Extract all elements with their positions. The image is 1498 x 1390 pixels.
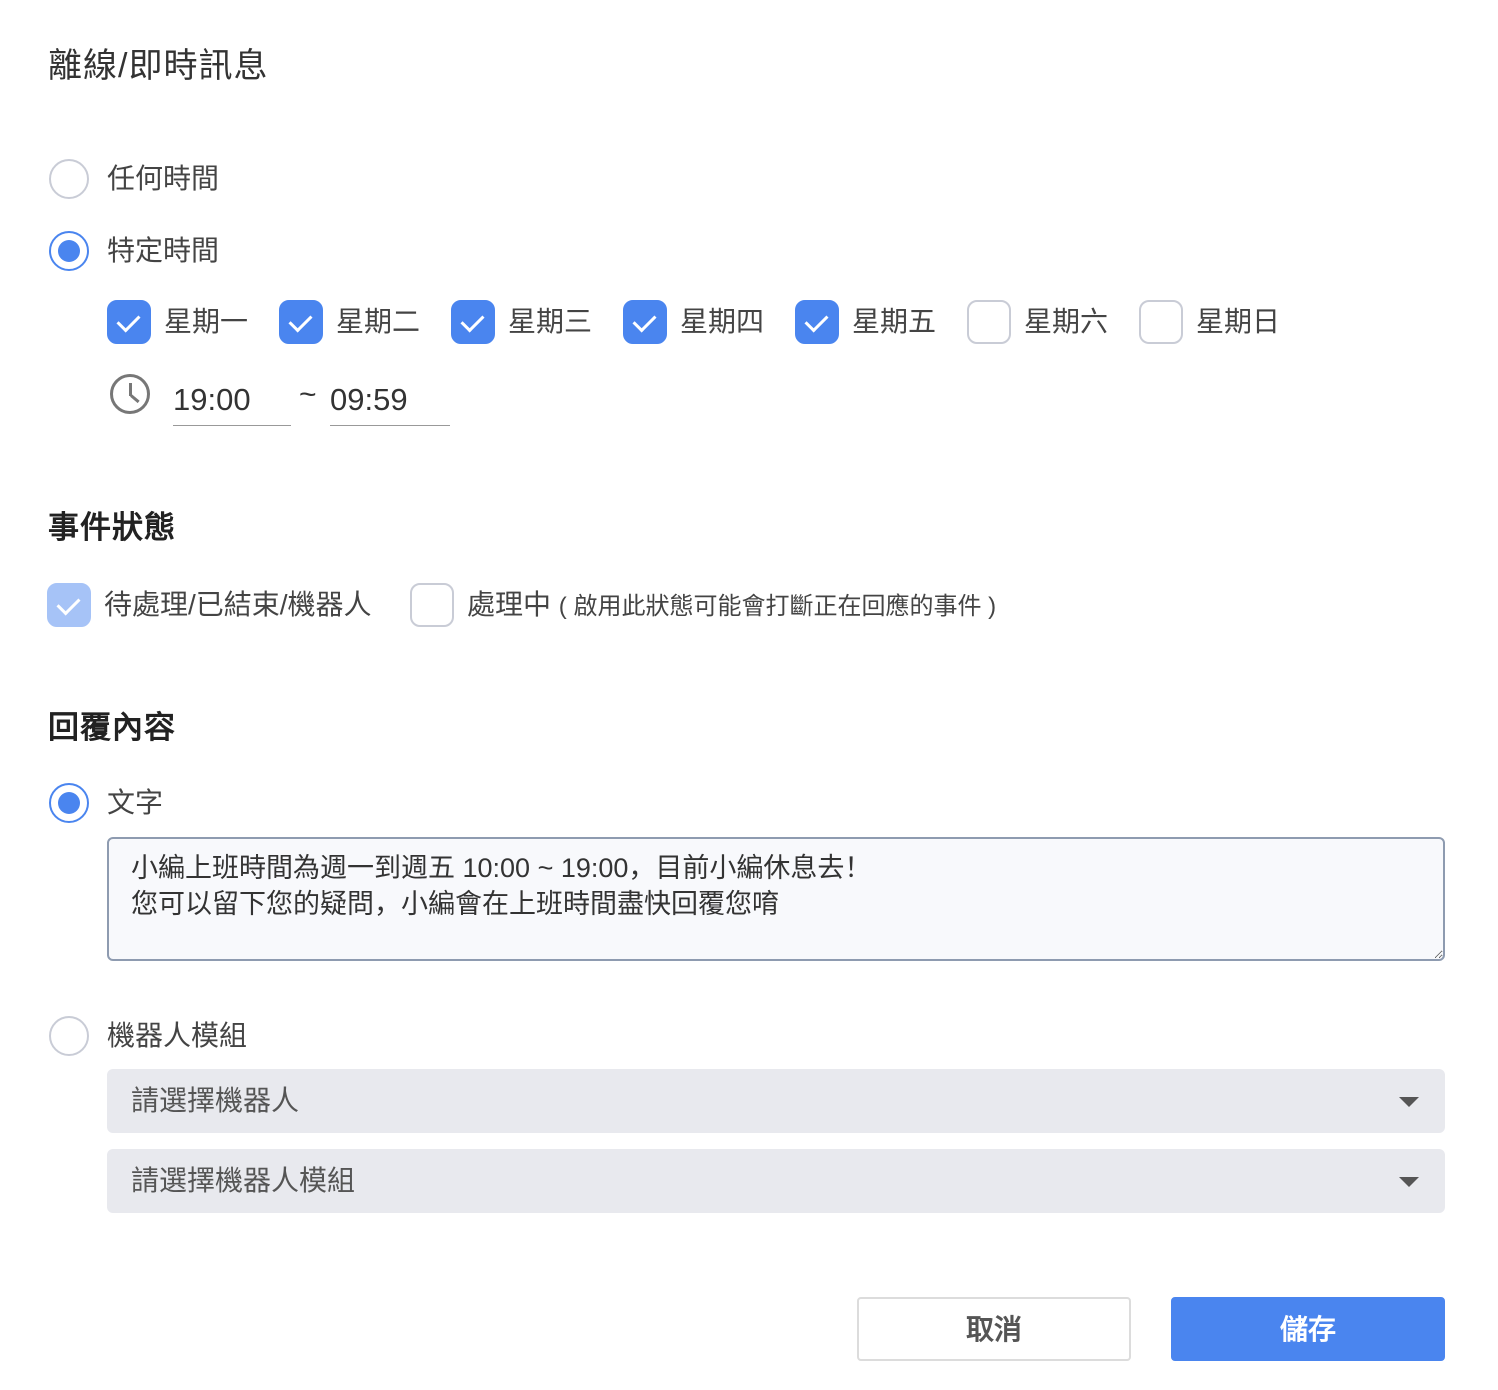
page-title: 離線/即時訊息 (48, 47, 269, 85)
checkbox-pending-closed-bot-label: 待處理/已結束/機器人 (104, 589, 372, 620)
reply-text-area[interactable] (107, 837, 1445, 961)
save-button[interactable]: 儲存 (1171, 1297, 1445, 1361)
radio-text[interactable] (49, 783, 89, 823)
processing-label-text: 處理中 (467, 589, 552, 620)
dropdown-arrow-icon (1399, 1177, 1419, 1187)
checkbox-tuesday[interactable] (279, 300, 323, 344)
start-time-input[interactable] (173, 374, 291, 426)
checkbox-processing-label: 處理中 ( 啟用此狀態可能會打斷正在回應的事件 ) (467, 583, 996, 629)
reply-content-title: 回覆內容 (48, 710, 176, 745)
checkbox-wednesday[interactable] (451, 300, 495, 344)
checkbox-saturday-label: 星期六 (1024, 306, 1109, 337)
radio-any-time[interactable] (49, 159, 89, 199)
time-separator: ~ (299, 378, 317, 411)
checkbox-wednesday-label: 星期三 (508, 306, 593, 337)
checkbox-sunday[interactable] (1139, 300, 1183, 344)
bot-select-placeholder: 請選擇機器人 (131, 1085, 300, 1116)
cancel-button[interactable]: 取消 (857, 1297, 1131, 1361)
bot-select[interactable]: 請選擇機器人 (107, 1069, 1445, 1133)
radio-any-time-label: 任何時間 (107, 163, 220, 194)
radio-bot-module-label: 機器人模組 (107, 1020, 248, 1051)
dropdown-arrow-icon (1399, 1097, 1419, 1107)
checkbox-saturday[interactable] (967, 300, 1011, 344)
clock-icon (110, 374, 150, 414)
radio-text-label: 文字 (107, 787, 164, 818)
radio-bot-module[interactable] (49, 1016, 89, 1056)
bot-module-select[interactable]: 請選擇機器人模組 (107, 1149, 1445, 1213)
checkbox-thursday-label: 星期四 (680, 306, 765, 337)
checkbox-monday[interactable] (107, 300, 151, 344)
radio-specific-time-label: 特定時間 (107, 235, 220, 266)
checkbox-pending-closed-bot (47, 583, 91, 627)
checkbox-tuesday-label: 星期二 (336, 306, 421, 337)
checkbox-thursday[interactable] (623, 300, 667, 344)
end-time-input[interactable] (330, 374, 450, 426)
processing-note: ( 啟用此狀態可能會打斷正在回應的事件 ) (558, 593, 997, 620)
bot-module-select-placeholder: 請選擇機器人模組 (131, 1165, 356, 1196)
radio-specific-time[interactable] (49, 231, 89, 271)
checkbox-processing[interactable] (410, 583, 454, 627)
event-status-title: 事件狀態 (48, 510, 176, 545)
checkbox-friday-label: 星期五 (852, 306, 937, 337)
checkbox-monday-label: 星期一 (164, 306, 249, 337)
checkbox-sunday-label: 星期日 (1196, 306, 1281, 337)
checkbox-friday[interactable] (795, 300, 839, 344)
